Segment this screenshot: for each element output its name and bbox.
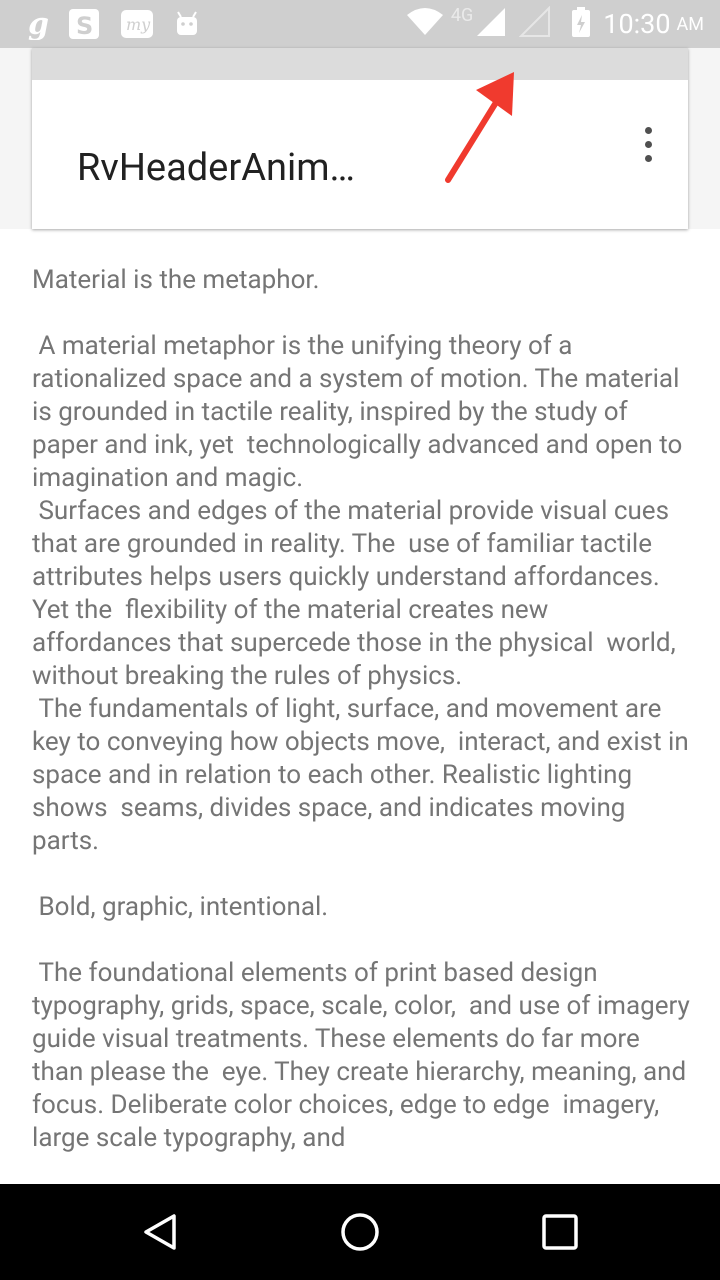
android-icon	[174, 9, 200, 43]
more-vert-icon-dot	[644, 154, 652, 162]
svg-text:g: g	[28, 8, 48, 40]
red-arrow-annotation	[445, 72, 514, 183]
notification-icons: g S my	[28, 7, 200, 44]
overflow-menu-button[interactable]	[628, 116, 668, 172]
s-icon: S	[68, 8, 100, 44]
back-triangle-icon	[144, 1214, 176, 1250]
signal-empty-icon	[518, 5, 551, 42]
navigation-bar	[0, 1184, 720, 1280]
signal-icon	[475, 6, 507, 42]
app-title: RvHeaderAnim…	[77, 146, 355, 190]
home-circle-icon	[341, 1213, 379, 1251]
wifi-icon	[405, 7, 445, 41]
network-type-label: 4G	[450, 4, 474, 26]
my-icon: my	[120, 8, 154, 44]
clock: 10:30	[603, 8, 671, 40]
system-icons: 4G 10:30 AM	[405, 0, 704, 48]
home-button[interactable]	[300, 1184, 420, 1280]
more-vert-icon	[644, 126, 652, 134]
recents-square-icon	[542, 1214, 578, 1250]
app-bar-top-strip	[32, 48, 688, 80]
battery-icon	[571, 6, 591, 42]
svg-text:S: S	[76, 12, 93, 40]
article-text: Material is the metaphor. A material met…	[32, 265, 690, 1153]
g-icon: g	[28, 7, 49, 44]
clock-ampm: AM	[676, 13, 704, 35]
back-button[interactable]	[100, 1184, 220, 1280]
more-vert-icon-dot	[644, 140, 652, 148]
recents-button[interactable]	[500, 1184, 620, 1280]
svg-text:my: my	[126, 15, 151, 34]
status-bar: g S my 4G 10:30 AM	[0, 0, 720, 48]
app-bar-card: RvHeaderAnim…	[32, 48, 688, 229]
